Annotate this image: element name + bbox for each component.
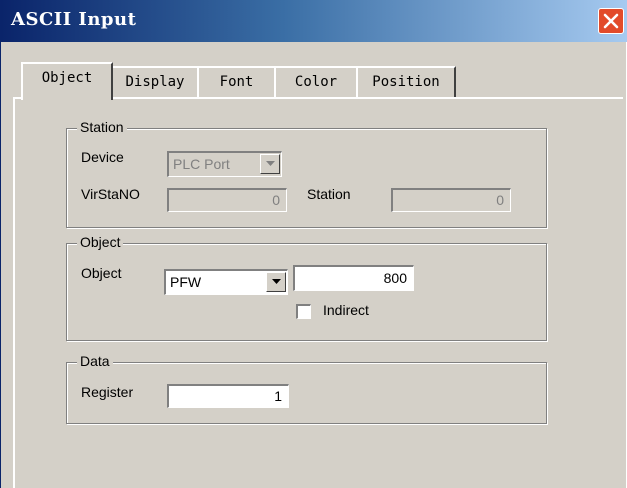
title-bar[interactable]: ASCII Input	[1, 0, 627, 42]
register-label: Register	[81, 384, 134, 400]
device-dropdown-button[interactable]	[260, 154, 280, 174]
object-label: Object	[81, 265, 122, 281]
device-value: PLC Port	[173, 156, 230, 172]
tab-color[interactable]: Color	[274, 66, 358, 97]
ascii-input-dialog: ASCII Input Object Display Font Color Po…	[0, 0, 627, 488]
station-label: Station	[307, 186, 351, 202]
object-legend: Object	[77, 234, 124, 250]
indirect-checkbox[interactable]	[296, 304, 311, 319]
device-select[interactable]: PLC Port	[167, 151, 282, 177]
device-label: Device	[81, 149, 124, 165]
object-type-value: PFW	[170, 274, 202, 290]
data-group: Data	[66, 353, 547, 424]
tab-position[interactable]: Position	[356, 66, 456, 97]
chevron-down-icon	[266, 161, 275, 166]
indirect-label: Indirect	[323, 302, 369, 318]
close-button[interactable]	[598, 8, 624, 34]
object-type-select[interactable]: PFW	[164, 269, 288, 295]
station-legend: Station	[77, 119, 127, 135]
object-group: Object	[66, 234, 547, 341]
window-title: ASCII Input	[11, 9, 137, 30]
close-icon	[603, 13, 619, 29]
virstano-label: VirStaNO	[81, 186, 140, 202]
register-field[interactable]: 1	[167, 384, 289, 408]
tab-font[interactable]: Font	[197, 66, 276, 97]
chevron-down-icon	[272, 279, 281, 284]
tab-object[interactable]: Object	[21, 62, 113, 100]
station-group: Station	[66, 119, 547, 228]
object-type-dropdown-button[interactable]	[266, 272, 286, 292]
virstano-field[interactable]: 0	[167, 188, 287, 212]
object-address-field[interactable]: 800	[293, 265, 414, 291]
tab-display[interactable]: Display	[111, 66, 199, 97]
data-legend: Data	[77, 353, 113, 369]
station-field[interactable]: 0	[391, 188, 511, 212]
